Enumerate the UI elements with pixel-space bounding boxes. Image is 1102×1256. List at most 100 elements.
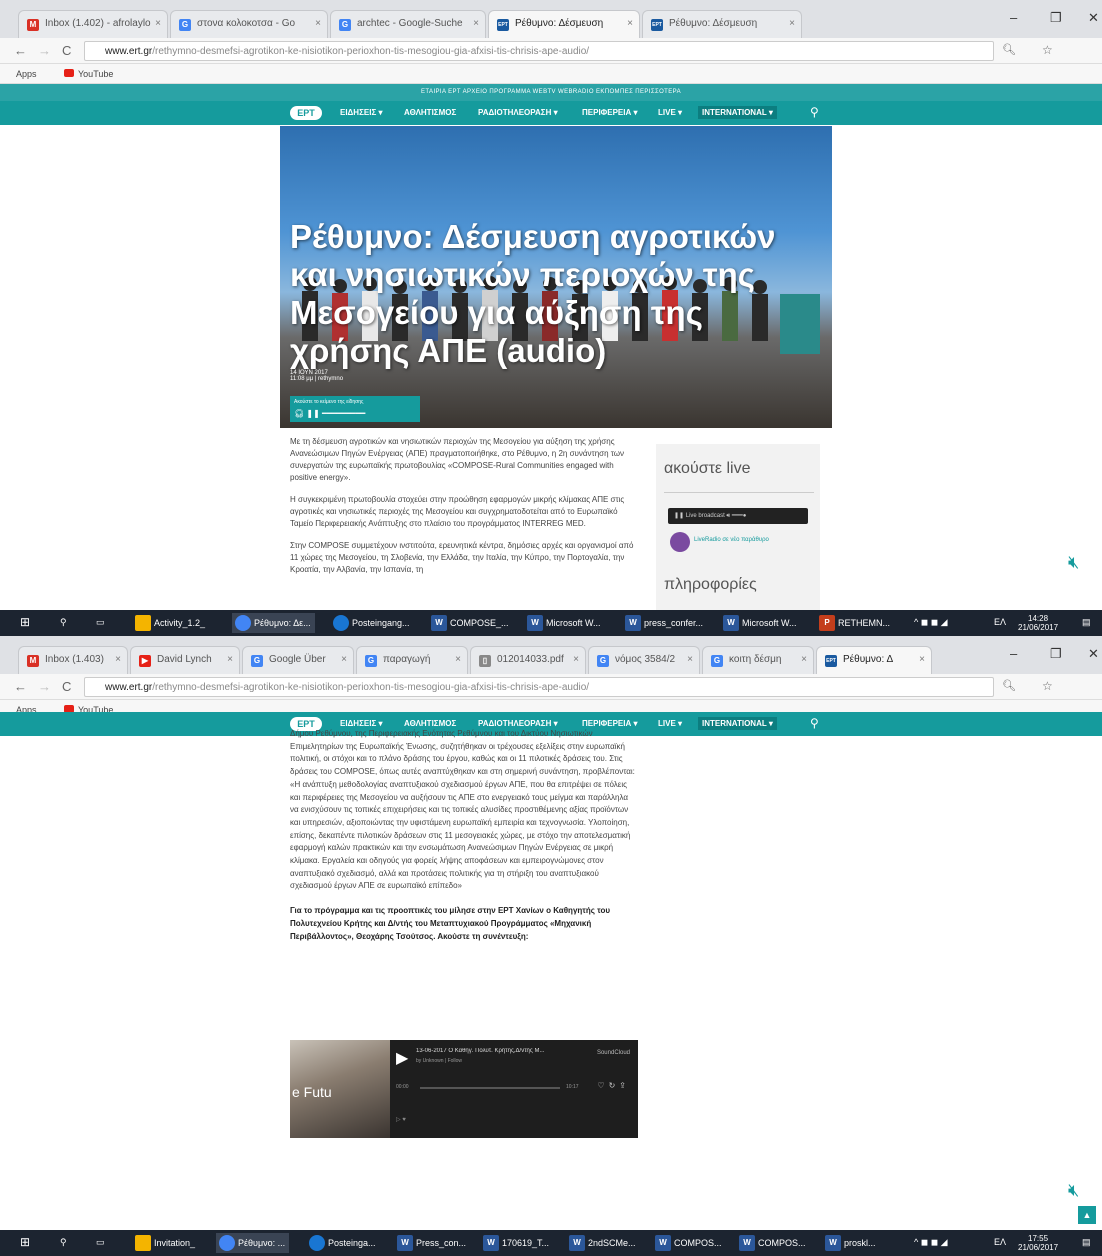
taskbar-app[interactable]: W Microsoft W... bbox=[524, 613, 605, 633]
tab-ert[interactable]: ΕΡΤ Ρέθυμνο: Δέσμευση × bbox=[642, 10, 802, 38]
taskbar-app[interactable]: W 2ndSCMe... bbox=[566, 1233, 640, 1253]
tab-inbox[interactable]: M Inbox (1.403) × bbox=[18, 646, 128, 674]
track-user[interactable]: by Unknown | Follow bbox=[416, 1058, 462, 1064]
zoom-icon[interactable]: 🔍︎ bbox=[1002, 679, 1016, 692]
nav-news[interactable]: ΕΙΔΗΣΕΙΣ ▾ bbox=[340, 719, 382, 728]
taskbar-app[interactable]: W 170619_T... bbox=[480, 1233, 553, 1253]
search-icon[interactable]: ⚲ bbox=[60, 617, 67, 628]
taskbar-app[interactable]: Invitation_ bbox=[132, 1233, 199, 1253]
taskbar-app[interactable]: Ρέθυμνο: ... bbox=[216, 1233, 290, 1253]
taskbar-app[interactable]: P RETHEMN... bbox=[816, 613, 894, 633]
close-icon[interactable]: × bbox=[627, 18, 633, 29]
tray-icons[interactable]: ^ ◼ ◼ ◢ bbox=[914, 617, 948, 628]
clock[interactable]: 17:55 21/06/2017 bbox=[1018, 1234, 1058, 1252]
tts-player[interactable]: Ακούστε το κείμενο της είδησης 🎧︎ ❚❚ ━━━… bbox=[290, 396, 420, 422]
close-icon[interactable]: × bbox=[455, 654, 461, 665]
tray-icons[interactable]: ^ ◼ ◼ ◢ bbox=[914, 1237, 948, 1248]
taskbar-app[interactable]: W COMPOSE_... bbox=[428, 613, 513, 633]
progress-bar[interactable] bbox=[420, 1087, 560, 1089]
language-indicator[interactable]: ΕΛ bbox=[994, 617, 1006, 627]
close-icon[interactable]: × bbox=[801, 654, 807, 665]
close-window-button[interactable]: ✕ bbox=[1088, 646, 1099, 662]
nav-international[interactable]: INTERNATIONAL ▾ bbox=[698, 717, 777, 730]
tab-google[interactable]: Gκοιτη δέσμη × bbox=[702, 646, 814, 674]
windows-start-icon[interactable]: ⊞ bbox=[20, 1235, 30, 1249]
nav-region[interactable]: ΠΕΡΙΦΕΡΕΙΑ ▾ bbox=[582, 719, 637, 728]
language-indicator[interactable]: ΕΛ bbox=[994, 1237, 1006, 1247]
taskbar-app[interactable]: Activity_1.2_ bbox=[132, 613, 209, 633]
back-icon[interactable]: ← bbox=[14, 43, 27, 58]
close-icon[interactable]: × bbox=[155, 18, 161, 29]
close-icon[interactable]: × bbox=[919, 654, 925, 665]
close-icon[interactable]: × bbox=[315, 18, 321, 29]
bookmark-apps[interactable]: Apps bbox=[16, 69, 37, 79]
maximize-button[interactable]: ❐ bbox=[1050, 10, 1062, 26]
star-icon[interactable]: ☆ bbox=[1042, 679, 1053, 693]
play-icon[interactable]: ▶ bbox=[396, 1048, 408, 1068]
zoom-icon[interactable]: 🔍︎ bbox=[1002, 43, 1016, 56]
search-icon[interactable]: ⚲ bbox=[810, 105, 819, 119]
close-icon[interactable]: × bbox=[687, 654, 693, 665]
tab-ert-active[interactable]: ΕΡΤ Ρέθυμνο: Δέσμευση × bbox=[488, 10, 640, 38]
tab-inbox[interactable]: M Inbox (1.402) - afrolaylo × bbox=[18, 10, 168, 38]
clock[interactable]: 14:28 21/06/2017 bbox=[1018, 614, 1058, 632]
track-title[interactable]: 13-06-2017 Ο Καθηγ. Πολυτ. Κρήτης,Δ/ντής… bbox=[416, 1048, 626, 1054]
task-view-icon[interactable]: ▭ bbox=[96, 1237, 105, 1248]
maximize-button[interactable]: ❐ bbox=[1050, 646, 1062, 662]
url-field[interactable]: www.ert.gr/rethymno-desmefsi-agrotikon-k… bbox=[84, 41, 994, 61]
notifications-icon[interactable]: ▤ bbox=[1082, 617, 1091, 628]
ert-subnav[interactable]: ΕΤΑΙΡΙΑ ΕΡΤ ΑΡΧΕΙΟ ΠΡΟΓΡΑΜΜΑ WEBTV WEBRA… bbox=[0, 84, 1102, 101]
tab-ert-active[interactable]: ΕΡΤ Ρέθυμνο: Δ × bbox=[816, 646, 932, 674]
taskbar-app[interactable]: Ρέθυμνο: Δε... bbox=[232, 613, 315, 633]
reload-icon[interactable]: C bbox=[62, 43, 71, 58]
nav-radio-tv[interactable]: ΡΑΔΙΟΤΗΛΕΟΡΑΣΗ ▾ bbox=[478, 108, 558, 117]
nav-international[interactable]: INTERNATIONAL ▾ bbox=[698, 106, 777, 119]
taskbar-app[interactable]: Posteinga... bbox=[306, 1233, 380, 1253]
liveradio-link[interactable]: LiveRadio σε νέο παράθυρο bbox=[668, 530, 810, 552]
back-icon[interactable]: ← bbox=[14, 679, 27, 694]
mute-icon[interactable]: 🔇︎ bbox=[1068, 552, 1079, 573]
ert-logo[interactable]: ΕΡΤ bbox=[290, 106, 322, 120]
forward-icon[interactable]: → bbox=[38, 679, 51, 694]
notifications-icon[interactable]: ▤ bbox=[1082, 1237, 1091, 1248]
taskbar-app[interactable]: W Microsoft W... bbox=[720, 613, 801, 633]
tab-google-1[interactable]: Gστονα κολοκοτσα - Go × bbox=[170, 10, 328, 38]
tab-google-2[interactable]: Garchtec - Google-Suche × bbox=[330, 10, 486, 38]
tab-google[interactable]: G Google Über × bbox=[242, 646, 354, 674]
bookmark-youtube[interactable]: YouTube bbox=[78, 69, 113, 79]
nav-sports[interactable]: ΑΘΛΗΤΙΣΜΟΣ bbox=[404, 108, 456, 117]
search-icon[interactable]: ⚲ bbox=[810, 716, 819, 730]
star-icon[interactable]: ☆ bbox=[1042, 43, 1053, 57]
nav-region[interactable]: ΠΕΡΙΦΕΡΕΙΑ ▾ bbox=[582, 108, 637, 117]
close-icon[interactable]: × bbox=[573, 654, 579, 665]
nav-sports[interactable]: ΑΘΛΗΤΙΣΜΟΣ bbox=[404, 719, 456, 728]
share-icons[interactable]: ♡↻⇪ bbox=[597, 1081, 630, 1090]
minimize-button[interactable]: – bbox=[1010, 10, 1017, 25]
close-icon[interactable]: × bbox=[473, 18, 479, 29]
tab-google[interactable]: Gνόμος 3584/2 × bbox=[588, 646, 700, 674]
close-window-button[interactable]: ✕ bbox=[1088, 10, 1099, 26]
search-icon[interactable]: ⚲ bbox=[60, 1237, 67, 1248]
close-icon[interactable]: × bbox=[789, 18, 795, 29]
taskbar-app[interactable]: W COMPOS... bbox=[736, 1233, 810, 1253]
forward-icon[interactable]: → bbox=[38, 43, 51, 58]
reload-icon[interactable]: C bbox=[62, 679, 71, 694]
scroll-to-top-button[interactable]: ▲ bbox=[1078, 1206, 1096, 1224]
close-icon[interactable]: × bbox=[227, 654, 233, 665]
soundcloud-logo[interactable]: SoundCloud bbox=[597, 1050, 630, 1056]
live-radio-player[interactable]: ❚❚ Live broadcast 🔊︎ ━━━● bbox=[668, 508, 808, 524]
task-view-icon[interactable]: ▭ bbox=[96, 617, 105, 628]
taskbar-app[interactable]: Posteingang... bbox=[330, 613, 414, 633]
minimize-button[interactable]: – bbox=[1010, 646, 1017, 661]
url-field[interactable]: www.ert.gr/rethymno-desmefsi-agrotikon-k… bbox=[84, 677, 994, 697]
taskbar-app[interactable]: W Press_con... bbox=[394, 1233, 470, 1253]
taskbar-app[interactable]: Wproskl... bbox=[822, 1233, 880, 1253]
nav-news[interactable]: ΕΙΔΗΣΕΙΣ ▾ bbox=[340, 108, 382, 117]
close-icon[interactable]: × bbox=[341, 654, 347, 665]
tab-google[interactable]: Gπαραγωγή × bbox=[356, 646, 468, 674]
nav-live[interactable]: LIVE ▾ bbox=[658, 108, 682, 117]
close-icon[interactable]: × bbox=[115, 654, 121, 665]
nav-live[interactable]: LIVE ▾ bbox=[658, 719, 682, 728]
nav-radio-tv[interactable]: ΡΑΔΙΟΤΗΛΕΟΡΑΣΗ ▾ bbox=[478, 719, 558, 728]
taskbar-app[interactable]: W COMPOS... bbox=[652, 1233, 726, 1253]
